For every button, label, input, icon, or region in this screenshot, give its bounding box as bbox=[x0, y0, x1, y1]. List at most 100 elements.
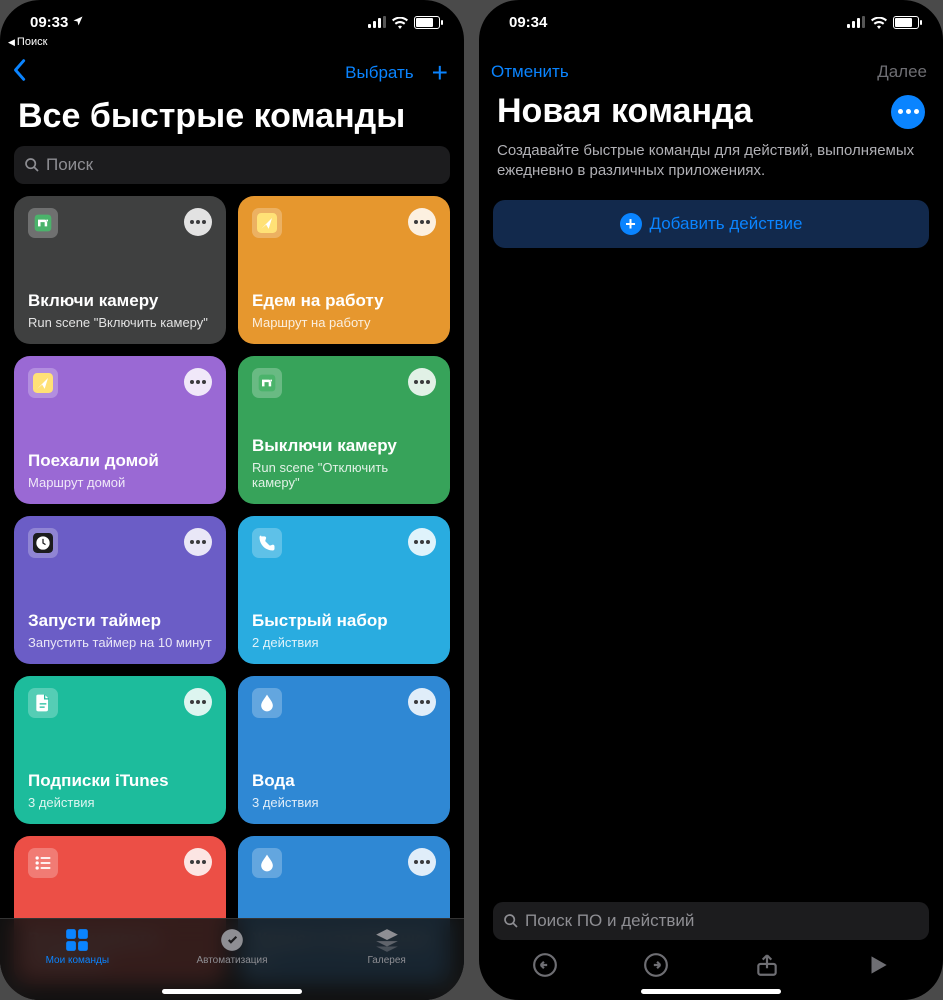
card-more-button[interactable] bbox=[184, 368, 212, 396]
page-subtitle: Создавайте быстрые команды для действий,… bbox=[479, 141, 943, 200]
back-button[interactable] bbox=[12, 58, 26, 87]
clock-icon bbox=[28, 528, 58, 558]
shortcut-card[interactable]: Включи камеру Run scene "Включить камеру… bbox=[14, 196, 226, 344]
plus-circle-icon: + bbox=[620, 213, 642, 235]
battery-icon bbox=[414, 16, 440, 29]
ellipsis-icon bbox=[414, 380, 430, 384]
tab-bar: Мои команды Автоматизация Галерея bbox=[0, 918, 464, 1000]
card-subtitle: 3 действия bbox=[252, 795, 436, 810]
next-button[interactable]: Далее bbox=[877, 62, 927, 82]
mi-icon bbox=[252, 368, 282, 398]
search-icon bbox=[503, 913, 519, 929]
card-more-button[interactable] bbox=[408, 368, 436, 396]
list-icon bbox=[28, 848, 58, 878]
card-more-button[interactable] bbox=[184, 208, 212, 236]
card-title: Вода bbox=[252, 771, 436, 791]
shortcut-card[interactable]: Выключи камеру Run scene "Отключить каме… bbox=[238, 356, 450, 504]
shortcut-card[interactable]: Запусти таймер Запустить таймер на 10 ми… bbox=[14, 516, 226, 664]
card-more-button[interactable] bbox=[184, 688, 212, 716]
shortcut-card[interactable]: Поехали домой Маршрут домой bbox=[14, 356, 226, 504]
card-subtitle: 2 действия bbox=[252, 635, 436, 650]
card-more-button[interactable] bbox=[408, 208, 436, 236]
cancel-button[interactable]: Отменить bbox=[491, 62, 569, 82]
tab-gallery[interactable]: Галерея bbox=[310, 927, 463, 966]
search-icon bbox=[24, 157, 40, 173]
shortcut-card[interactable]: Быстрый набор 2 действия bbox=[238, 516, 450, 664]
home-indicator[interactable] bbox=[641, 989, 781, 994]
ellipsis-icon bbox=[190, 860, 206, 864]
ellipsis-icon bbox=[190, 540, 206, 544]
phone-left: 09:33 Поиск Выбрать + Все быстрые команд… bbox=[0, 0, 464, 1000]
shortcut-grid: Включи камеру Run scene "Включить камеру… bbox=[0, 196, 464, 984]
ellipsis-icon bbox=[190, 700, 206, 704]
redo-button[interactable] bbox=[643, 952, 669, 978]
shortcut-card[interactable]: Вода 3 действия bbox=[238, 676, 450, 824]
card-subtitle: Маршрут домой bbox=[28, 475, 212, 490]
status-bar: 09:33 bbox=[0, 0, 464, 44]
ellipsis-icon bbox=[414, 860, 430, 864]
card-title: Включи камеру bbox=[28, 291, 212, 311]
ellipsis-icon bbox=[898, 109, 919, 114]
ellipsis-icon bbox=[190, 380, 206, 384]
ellipsis-icon bbox=[414, 220, 430, 224]
status-time: 09:34 bbox=[509, 14, 547, 31]
card-more-button[interactable] bbox=[408, 688, 436, 716]
card-more-button[interactable] bbox=[184, 848, 212, 876]
ellipsis-icon bbox=[414, 540, 430, 544]
stack-icon bbox=[374, 927, 400, 953]
add-action-button[interactable]: + Добавить действие bbox=[493, 200, 929, 248]
nav-icon bbox=[28, 368, 58, 398]
grid-icon bbox=[64, 927, 90, 953]
shortcut-card[interactable]: Подписки iTunes 3 действия bbox=[14, 676, 226, 824]
undo-button[interactable] bbox=[532, 952, 558, 978]
search-actions-input[interactable]: Поиск ПО и действий bbox=[493, 902, 929, 940]
doc-icon bbox=[28, 688, 58, 718]
card-subtitle: Запустить таймер на 10 минут bbox=[28, 635, 212, 650]
select-button[interactable]: Выбрать bbox=[345, 63, 413, 83]
location-icon bbox=[72, 14, 84, 31]
card-title: Выключи камеру bbox=[252, 436, 436, 456]
editor-toolbar bbox=[479, 952, 943, 986]
page-title: Новая команда bbox=[479, 86, 943, 141]
nav-icon bbox=[252, 208, 282, 238]
card-subtitle: Run scene "Включить камеру" bbox=[28, 315, 212, 330]
tab-automation[interactable]: Автоматизация bbox=[155, 927, 308, 966]
more-options-button[interactable] bbox=[891, 95, 925, 129]
breadcrumb-back-app[interactable]: Поиск bbox=[8, 36, 47, 48]
battery-icon bbox=[893, 16, 919, 29]
card-title: Быстрый набор bbox=[252, 611, 436, 631]
search-input[interactable]: Поиск bbox=[14, 146, 450, 184]
tab-my-shortcuts[interactable]: Мои команды bbox=[1, 927, 154, 966]
card-more-button[interactable] bbox=[408, 528, 436, 556]
share-button[interactable] bbox=[754, 952, 780, 978]
nav-bar: Выбрать + bbox=[0, 44, 464, 91]
add-button[interactable]: + bbox=[432, 59, 448, 87]
card-title: Подписки iTunes bbox=[28, 771, 212, 791]
nav-bar: Отменить Далее bbox=[479, 44, 943, 86]
shortcut-card[interactable]: Едем на работу Маршрут на работу bbox=[238, 196, 450, 344]
wifi-icon bbox=[871, 16, 887, 28]
ellipsis-icon bbox=[414, 700, 430, 704]
card-subtitle: Run scene "Отключить камеру" bbox=[252, 460, 436, 490]
home-indicator[interactable] bbox=[162, 989, 302, 994]
dual-sim-icon bbox=[368, 16, 386, 28]
page-title: Все быстрые команды bbox=[0, 91, 464, 146]
status-bar: 09:34 bbox=[479, 0, 943, 44]
card-title: Запусти таймер bbox=[28, 611, 212, 631]
card-subtitle: 3 действия bbox=[28, 795, 212, 810]
card-more-button[interactable] bbox=[184, 528, 212, 556]
card-title: Поехали домой bbox=[28, 451, 212, 471]
ellipsis-icon bbox=[190, 220, 206, 224]
dual-sim-icon bbox=[847, 16, 865, 28]
search-placeholder: Поиск bbox=[46, 155, 93, 175]
card-more-button[interactable] bbox=[408, 848, 436, 876]
status-time: 09:33 bbox=[30, 14, 68, 31]
clock-check-icon bbox=[219, 927, 245, 953]
status-right bbox=[368, 16, 440, 29]
card-subtitle: Маршрут на работу bbox=[252, 315, 436, 330]
play-button[interactable] bbox=[865, 952, 891, 978]
search-placeholder: Поиск ПО и действий bbox=[525, 911, 694, 931]
card-title: Едем на работу bbox=[252, 291, 436, 311]
phone-right: 09:34 Отменить Далее Новая команда Созда… bbox=[479, 0, 943, 1000]
drop-icon bbox=[252, 688, 282, 718]
